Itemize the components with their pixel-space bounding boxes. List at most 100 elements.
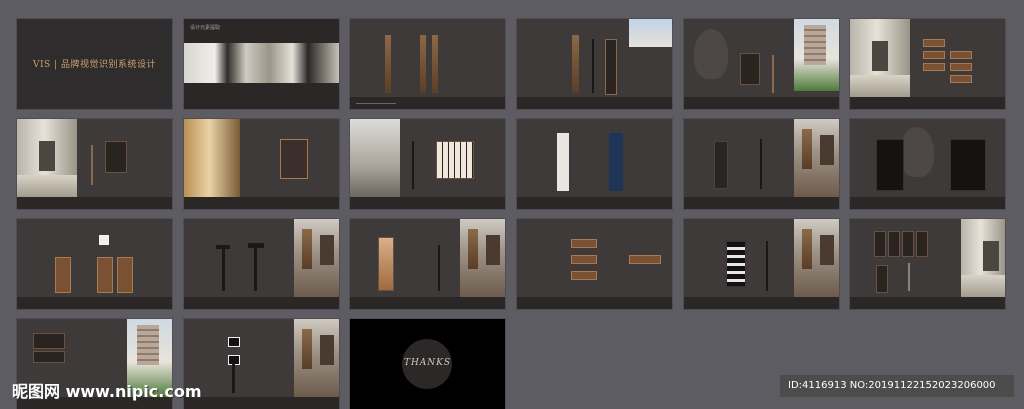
corridor-photo [184,119,240,197]
light-box-sign [557,133,569,191]
plaque [950,75,972,83]
lobby-photo [794,219,839,297]
ceiling-light [99,235,109,245]
wall-panel [916,231,928,257]
plaque [923,39,945,47]
slide-elevator-sign[interactable] [850,119,1005,209]
lobby-photo [794,119,839,197]
totem-sign [572,35,579,93]
slide-wall-plaques[interactable] [517,219,672,309]
slide-notice-board[interactable] [350,119,505,209]
wall-panel [874,231,886,257]
restroom-sign [105,141,127,173]
directory-panel [740,53,760,85]
lobby-photo [294,319,339,397]
slide-door-plates[interactable] [17,219,172,309]
slide-design-elements[interactable]: 设计元素提取 [184,19,339,109]
door-plate [97,257,113,293]
outdoor-sign [33,351,65,363]
building-photo [629,19,672,47]
slide-coat-stand[interactable] [684,119,839,209]
hall-photo [850,19,910,97]
watermark-id: ID:4116913 NO:20191122152023206000 [780,375,1014,397]
slide-restroom-sign[interactable] [17,119,172,209]
post-sign [91,145,93,185]
slide-footer-band [17,197,172,209]
lobby-photo [460,219,505,297]
floor-plan-sign [280,139,308,179]
post-sign [772,55,774,93]
tree-silhouette [900,127,934,177]
slide-pedestal-signs[interactable] [184,219,339,309]
standing-sign [876,265,888,293]
slide-footer-band [184,297,339,309]
thanks-text: THANKS [403,358,452,368]
plaque [950,51,972,59]
plaque [571,239,597,248]
slide-light-cabinet[interactable] [684,219,839,309]
slide-thanks[interactable]: THANKS [350,319,505,409]
lamp-post [232,363,235,393]
slide-totem-building[interactable] [517,19,672,109]
plaque [571,271,597,280]
lobby-photo [961,219,1005,297]
slide-footer-band [517,97,672,109]
slide-poster-stand[interactable] [350,219,505,309]
slide-footer-band [184,197,339,209]
light-cabinet [726,241,746,287]
pedestal-sign [222,249,225,291]
coat-stand [760,139,762,189]
plaque [923,51,945,59]
slide-footer-band [850,197,1005,209]
wall-sign [714,141,728,189]
footer-line [356,103,396,104]
plaque [571,255,597,264]
lamp-head [228,337,240,347]
slide-light-box[interactable] [517,119,672,209]
slide-totem-wood[interactable] [350,19,505,109]
slide-footer-band [684,297,839,309]
building-photo [794,19,839,91]
door-plate [117,257,133,293]
slide-footer-band [850,297,1005,309]
slide-footer-band [17,297,172,309]
wall-panel [902,231,914,257]
slide-lamp-post[interactable] [184,319,339,409]
corridor-photo [17,119,77,197]
slide-footer-band [517,197,672,209]
slide-caption: 设计元素提取 [190,25,221,31]
lobby-photo [350,119,400,197]
plaque [950,63,972,71]
slide-hall-plaques[interactable] [850,19,1005,109]
elevator-frame [950,139,986,191]
totem-sign [605,39,617,95]
door-plate [55,257,71,293]
post-sign [412,141,414,189]
slide-footer-band [684,197,839,209]
slide-floor-plan-sign[interactable] [184,119,339,209]
slide-footer-band [684,97,839,109]
element-image-strip [184,43,339,83]
lobby-photo [294,219,339,297]
slide-footer-band [184,97,339,109]
pedestal-sign [254,248,257,291]
poster-stand [378,237,394,291]
easel [908,263,910,291]
post-sign [592,39,594,93]
totem-sign [432,35,438,93]
notice-board [436,141,474,179]
slide-footer-band [350,297,505,309]
watermark-logo: 昵图网 www.nipic.com [12,382,202,401]
slide-thumbnail-grid: VIS | 品牌视觉识别系统设计 设计元素提取 THANKS [0,0,1024,409]
totem-sign [420,35,426,93]
slide-wall-panels[interactable] [850,219,1005,309]
slide-directory-sign[interactable] [684,19,839,109]
plaque [629,255,661,264]
cover-title: VIS | 品牌视觉识别系统设计 [33,60,156,70]
blue-totem-sign [609,133,623,191]
plaque [923,63,945,71]
slide-footer-band [350,197,505,209]
totem-sign [385,35,391,93]
slide-cover[interactable]: VIS | 品牌视觉识别系统设计 [17,19,172,109]
floor-lamp [438,245,440,291]
